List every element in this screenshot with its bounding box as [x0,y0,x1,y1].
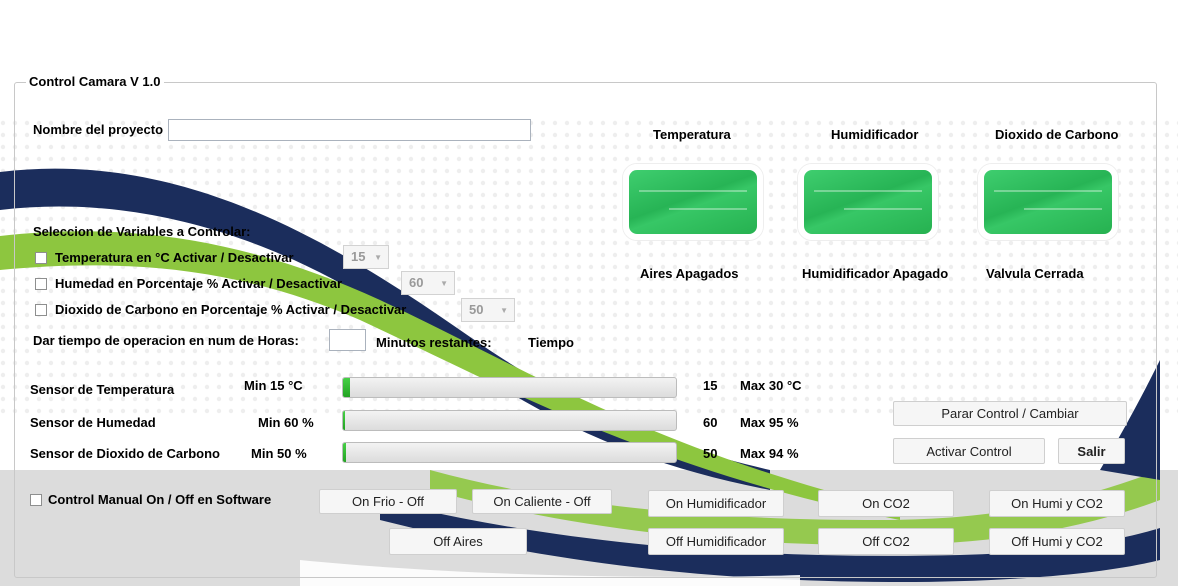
remaining-minutes-value: Tiempo [528,335,574,350]
sensor-co2-progress-fill [343,443,347,462]
co2-select-value: 50 [469,302,484,317]
operation-time-label: Dar tiempo de operacion en num de Horas: [33,333,299,348]
sensor-temperature-min: Min 15 °C [244,378,303,393]
sensor-humidity-label: Sensor de Humedad [30,415,156,430]
chevron-down-icon: ▼ [500,306,508,315]
sensor-co2-progress [342,442,677,463]
temperature-select[interactable]: 15 ▼ [343,245,389,269]
status-humidifier-title: Humidificador [831,127,919,142]
chevron-down-icon: ▼ [374,253,382,262]
sensor-humidity-max: Max 95 % [740,415,799,430]
humidifier-status-indicator [798,164,938,240]
sensor-humidity-progress [342,410,677,431]
sensor-co2-min: Min 50 % [251,446,307,461]
status-temperature-state: Aires Apagados [640,266,739,281]
sensor-humidity-value: 60 [703,415,718,430]
sensor-co2-max: Max 94 % [740,446,799,461]
remaining-minutes-label: Minutos restantes: [376,335,492,350]
project-name-label: Nombre del proyecto [33,122,164,137]
project-name-input[interactable] [168,119,531,141]
on-hot-button[interactable]: On Caliente - Off [472,489,612,514]
temperature-select-value: 15 [351,249,366,264]
humidity-select-value: 60 [409,275,424,290]
humidity-checkbox[interactable] [35,278,47,290]
stop-control-button[interactable]: Parar Control / Cambiar [893,401,1127,426]
status-humidifier-state: Humidificador Apagado [802,266,949,281]
sensor-temperature-max: Max 30 °C [740,378,802,393]
sensor-temperature-label: Sensor de Temperatura [30,382,175,397]
temperature-checkbox[interactable] [35,252,47,264]
manual-control-label: Control Manual On / Off en Software [48,492,272,507]
on-humidifier-button[interactable]: On Humidificador [648,490,784,517]
status-temperature-title: Temperatura [653,127,731,142]
activate-control-button[interactable]: Activar Control [893,438,1045,464]
off-aires-button[interactable]: Off Aires [389,528,527,555]
sensor-co2-label: Sensor de Dioxido de Carbono [30,446,220,461]
off-humi-co2-button[interactable]: Off Humi y CO2 [989,528,1125,555]
selection-heading: Seleccion de Variables a Controlar: [33,224,251,239]
humidity-select[interactable]: 60 ▼ [401,271,455,295]
co2-checkbox-label: Dioxido de Carbono en Porcentaje % Activ… [55,302,407,317]
on-cold-button[interactable]: On Frio - Off [319,489,457,514]
status-co2-title: Dioxido de Carbono [995,127,1119,142]
co2-select[interactable]: 50 ▼ [461,298,515,322]
sensor-humidity-progress-fill [343,411,345,430]
status-co2-state: Valvula Cerrada [986,266,1084,281]
sensor-temperature-progress [342,377,677,398]
temperature-status-indicator [623,164,763,240]
humidity-checkbox-label: Humedad en Porcentaje % Activar / Desact… [55,276,343,291]
exit-button[interactable]: Salir [1058,438,1125,464]
sensor-temperature-progress-fill [343,378,350,397]
sensor-co2-value: 50 [703,446,718,461]
off-co2-button[interactable]: Off CO2 [818,528,954,555]
co2-status-indicator [978,164,1118,240]
on-humi-co2-button[interactable]: On Humi y CO2 [989,490,1125,517]
window-title: Control Camara V 1.0 [26,74,164,89]
temperature-checkbox-label: Temperatura en °C Activar / Desactivar [55,250,294,265]
operation-time-input[interactable] [329,329,366,351]
manual-control-checkbox[interactable] [30,494,42,506]
on-co2-button[interactable]: On CO2 [818,490,954,517]
co2-checkbox[interactable] [35,304,47,316]
sensor-temperature-value: 15 [703,378,718,393]
off-humidifier-button[interactable]: Off Humidificador [648,528,784,555]
chevron-down-icon: ▼ [440,279,448,288]
sensor-humidity-min: Min 60 % [258,415,314,430]
